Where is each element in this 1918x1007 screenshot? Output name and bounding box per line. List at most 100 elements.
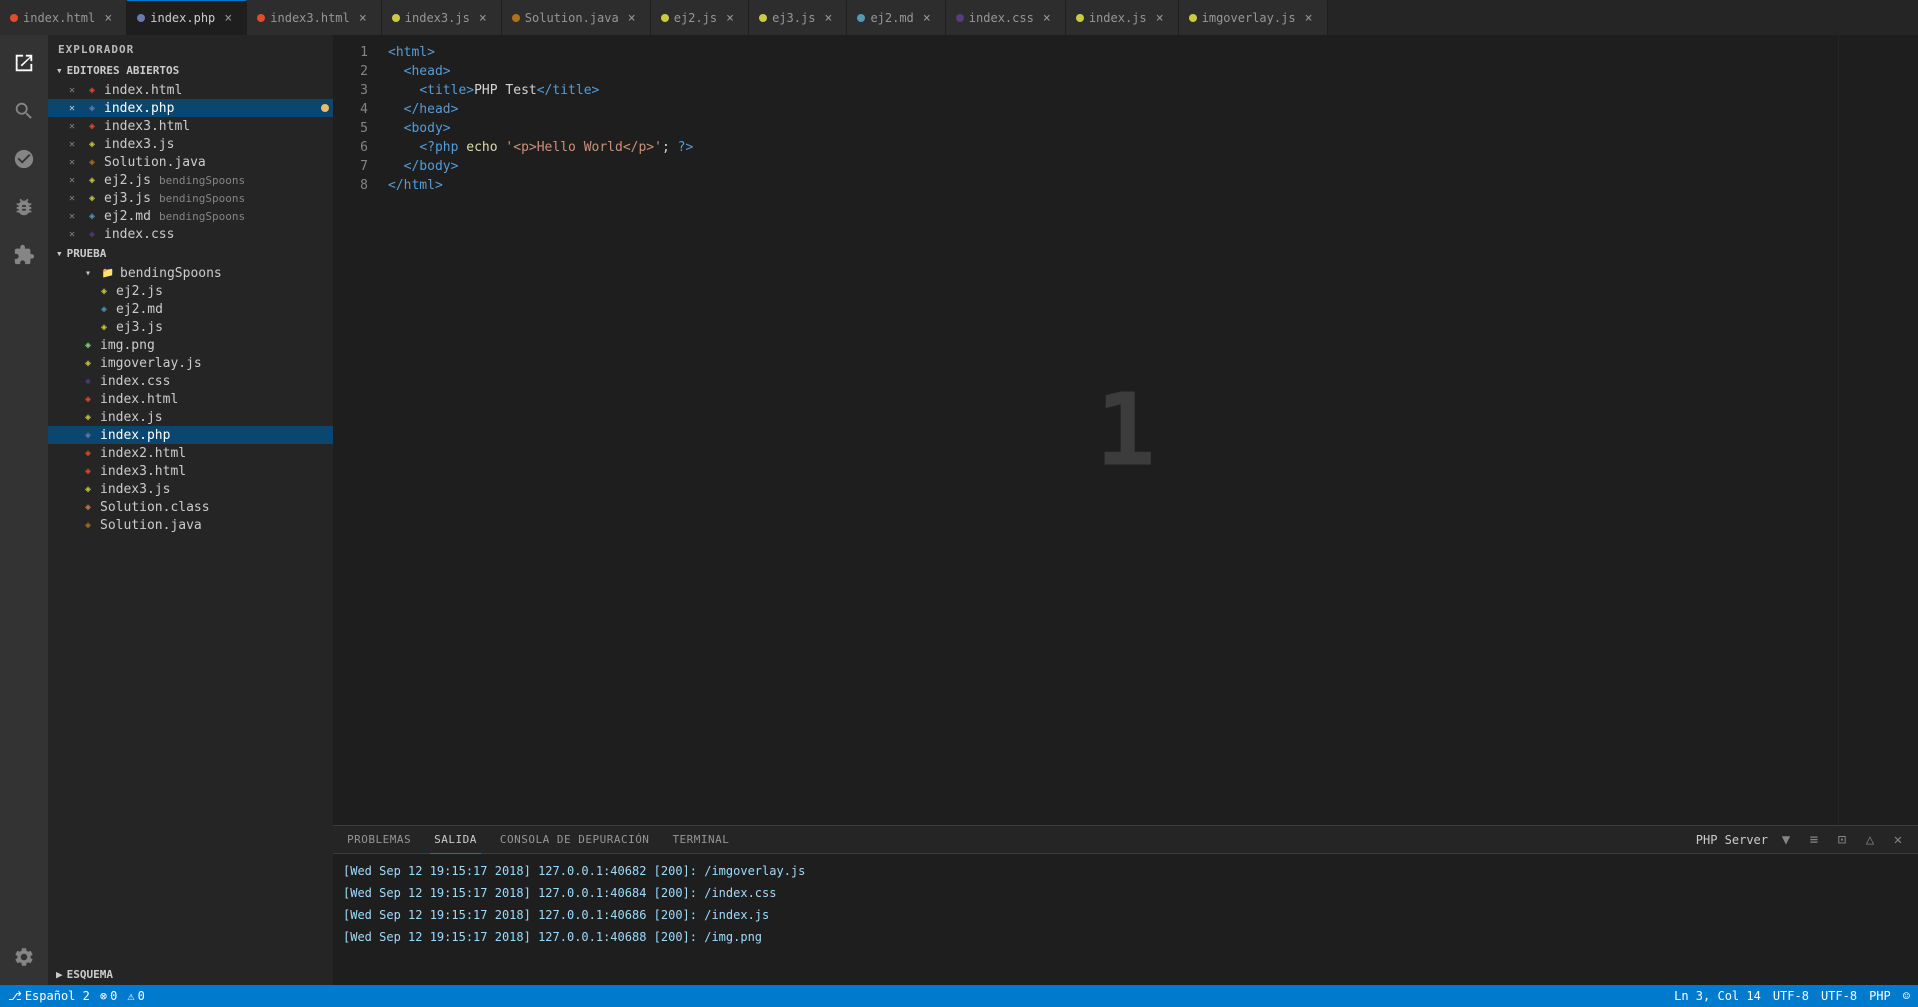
file-label: index.css (100, 374, 170, 389)
tab-index-php[interactable]: index.php× (127, 0, 247, 35)
panel-tabs: PROBLEMAS SALIDA CONSOLA DE DEPURACIÓN T… (333, 826, 1918, 854)
git-icon[interactable] (0, 135, 48, 183)
file-ej2-md[interactable]: ◈ ej2.md (48, 300, 333, 318)
encoding-label: UTF-8 (1773, 989, 1809, 1003)
explorer-icon[interactable] (0, 39, 48, 87)
open-editor-index3-html[interactable]: ✕ ◈ index3.html (48, 117, 333, 135)
tab-close-button[interactable]: × (220, 10, 236, 26)
panel-close-icon[interactable]: ✕ (1888, 830, 1908, 850)
tab-label: index3.js (405, 11, 470, 25)
open-editor-index-css[interactable]: ✕ ◈ index.css (48, 225, 333, 243)
file-ej2-js[interactable]: ◈ ej2.js (48, 282, 333, 300)
tab-imgoverlay-js[interactable]: imgoverlay.js× (1179, 0, 1328, 35)
panel-log-line: [Wed Sep 12 19:15:17 2018] 127.0.0.1:406… (343, 926, 1908, 948)
tab-index3-js[interactable]: index3.js × (382, 0, 502, 35)
open-editor-ej2-md[interactable]: ✕ ◈ ej2.md bendingSpoons (48, 207, 333, 225)
folder-label: bendingSpoons (120, 266, 222, 281)
tab-close-button[interactable]: × (1152, 10, 1168, 26)
file-index-css[interactable]: ◈ index.css (48, 372, 333, 390)
search-icon[interactable] (0, 87, 48, 135)
tab-ej3-js[interactable]: ej3.js× (749, 0, 847, 35)
tab-index-js[interactable]: index.js× (1066, 0, 1179, 35)
tab-close-button[interactable]: × (475, 10, 491, 26)
file-index3-js[interactable]: ◈ index3.js (48, 480, 333, 498)
js-file-icon: ◈ (80, 355, 96, 371)
tab-close-button[interactable]: × (100, 10, 116, 26)
open-editors-section[interactable]: ▾ EDITORES ABIERTOS (48, 60, 333, 81)
prueba-arrow: ▾ (56, 247, 63, 260)
tab-close-button[interactable]: × (1301, 10, 1317, 26)
status-branch[interactable]: ⎇ Español 2 (8, 989, 90, 1003)
tab-close-button[interactable]: × (624, 10, 640, 26)
tab-index-html[interactable]: index.html × (0, 0, 127, 35)
status-language[interactable]: PHP (1869, 989, 1891, 1003)
panel-content: [Wed Sep 12 19:15:17 2018] 127.0.0.1:406… (333, 854, 1918, 985)
open-editor-index-php[interactable]: ✕ ◈ index.php (48, 99, 333, 117)
panel-maximize-icon[interactable]: △ (1860, 830, 1880, 850)
tab-close-button[interactable]: × (919, 10, 935, 26)
tab-ej2-js[interactable]: ej2.js× (651, 0, 749, 35)
file-index3-html[interactable]: ◈ index3.html (48, 462, 333, 480)
tab-label: index.html (23, 11, 95, 25)
tab-label: index.css (969, 11, 1034, 25)
status-cursor[interactable]: Ln 3, Col 14 (1674, 989, 1761, 1003)
open-editor-index3-js[interactable]: ✕ ◈ index3.js (48, 135, 333, 153)
main-area: EXPLORADOR ▾ EDITORES ABIERTOS ✕ ◈ index… (0, 35, 1918, 985)
open-editor-solution-java[interactable]: ✕ ◈ Solution.java (48, 153, 333, 171)
panel-tab-consola[interactable]: CONSOLA DE DEPURACIÓN (496, 826, 654, 854)
folder-bending-spoons[interactable]: ▾ 📁 bendingSpoons (48, 264, 333, 282)
language-label: PHP (1869, 989, 1891, 1003)
js-dot-icon (1076, 14, 1084, 22)
open-editor-index-html[interactable]: ✕ ◈ index.html (48, 81, 333, 99)
file-ej3-js[interactable]: ◈ ej3.js (48, 318, 333, 336)
file-imgoverlay-js[interactable]: ◈ imgoverlay.js (48, 354, 333, 372)
code-line-8: </html> (388, 176, 1838, 195)
file-img-png[interactable]: ◈ img.png (48, 336, 333, 354)
extensions-icon[interactable] (0, 231, 48, 279)
status-branch-label: Español 2 (25, 989, 90, 1003)
debug-icon[interactable] (0, 183, 48, 231)
file-label: Solution.java (100, 518, 202, 533)
status-feedback[interactable]: ☺ (1903, 989, 1910, 1003)
open-editor-ej3-js[interactable]: ✕ ◈ ej3.js bendingSpoons (48, 189, 333, 207)
prueba-section[interactable]: ▾ PRUEBA (48, 243, 333, 264)
folder-icon: 📁 (100, 265, 116, 281)
file-index-html[interactable]: ◈ index.html (48, 390, 333, 408)
panel-clear-icon[interactable]: ⊡ (1832, 830, 1852, 850)
status-encoding[interactable]: UTF-8 (1773, 989, 1809, 1003)
tab-close-button[interactable]: × (820, 10, 836, 26)
panel-filter-icon[interactable]: ▼ (1776, 830, 1796, 850)
open-editor-ej2-js[interactable]: ✕ ◈ ej2.js bendingSpoons (48, 171, 333, 189)
panel: PROBLEMAS SALIDA CONSOLA DE DEPURACIÓN T… (333, 825, 1918, 985)
tab-index-css[interactable]: index.css × (946, 0, 1066, 35)
status-warnings[interactable]: ⚠ 0 (127, 989, 144, 1003)
file-index2-html[interactable]: ◈ index2.html (48, 444, 333, 462)
status-errors[interactable]: ⊗ 0 (100, 989, 117, 1003)
file-index-js[interactable]: ◈ index.js (48, 408, 333, 426)
tab-index3-html[interactable]: index3.html× (247, 0, 381, 35)
open-editors-arrow: ▾ (56, 64, 63, 77)
tab-close-button[interactable]: × (355, 10, 371, 26)
file-label: index3.js (100, 482, 170, 497)
file-label: index.js (100, 410, 163, 425)
close-icon: ✕ (64, 154, 80, 170)
sidebar: EXPLORADOR ▾ EDITORES ABIERTOS ✕ ◈ index… (48, 35, 333, 985)
esquema-section[interactable]: ▶ ESQUEMA (48, 964, 333, 985)
panel-tab-salida[interactable]: SALIDA (430, 826, 481, 854)
tab-solution-java[interactable]: Solution.java× (502, 0, 651, 35)
panel-list-icon[interactable]: ≡ (1804, 830, 1824, 850)
status-eol[interactable]: UTF-8 (1821, 989, 1857, 1003)
settings-icon[interactable] (0, 933, 48, 981)
panel-server-label: PHP Server (1696, 833, 1768, 847)
editor-area: 1 2 3 4 5 6 7 8 <html> <head> <title>PHP… (333, 35, 1918, 985)
panel-tab-terminal[interactable]: TERMINAL (668, 826, 733, 854)
file-solution-class[interactable]: ◈ Solution.class (48, 498, 333, 516)
git-branch-icon: ⎇ (8, 989, 22, 1003)
file-index-php[interactable]: ◈ index.php (48, 426, 333, 444)
panel-tab-problems[interactable]: PROBLEMAS (343, 826, 415, 854)
file-solution-java[interactable]: ◈ Solution.java (48, 516, 333, 534)
tab-close-button[interactable]: × (1039, 10, 1055, 26)
tab-ej2-md[interactable]: ej2.md× (847, 0, 945, 35)
js-file-icon: ◈ (80, 481, 96, 497)
tab-close-button[interactable]: × (722, 10, 738, 26)
